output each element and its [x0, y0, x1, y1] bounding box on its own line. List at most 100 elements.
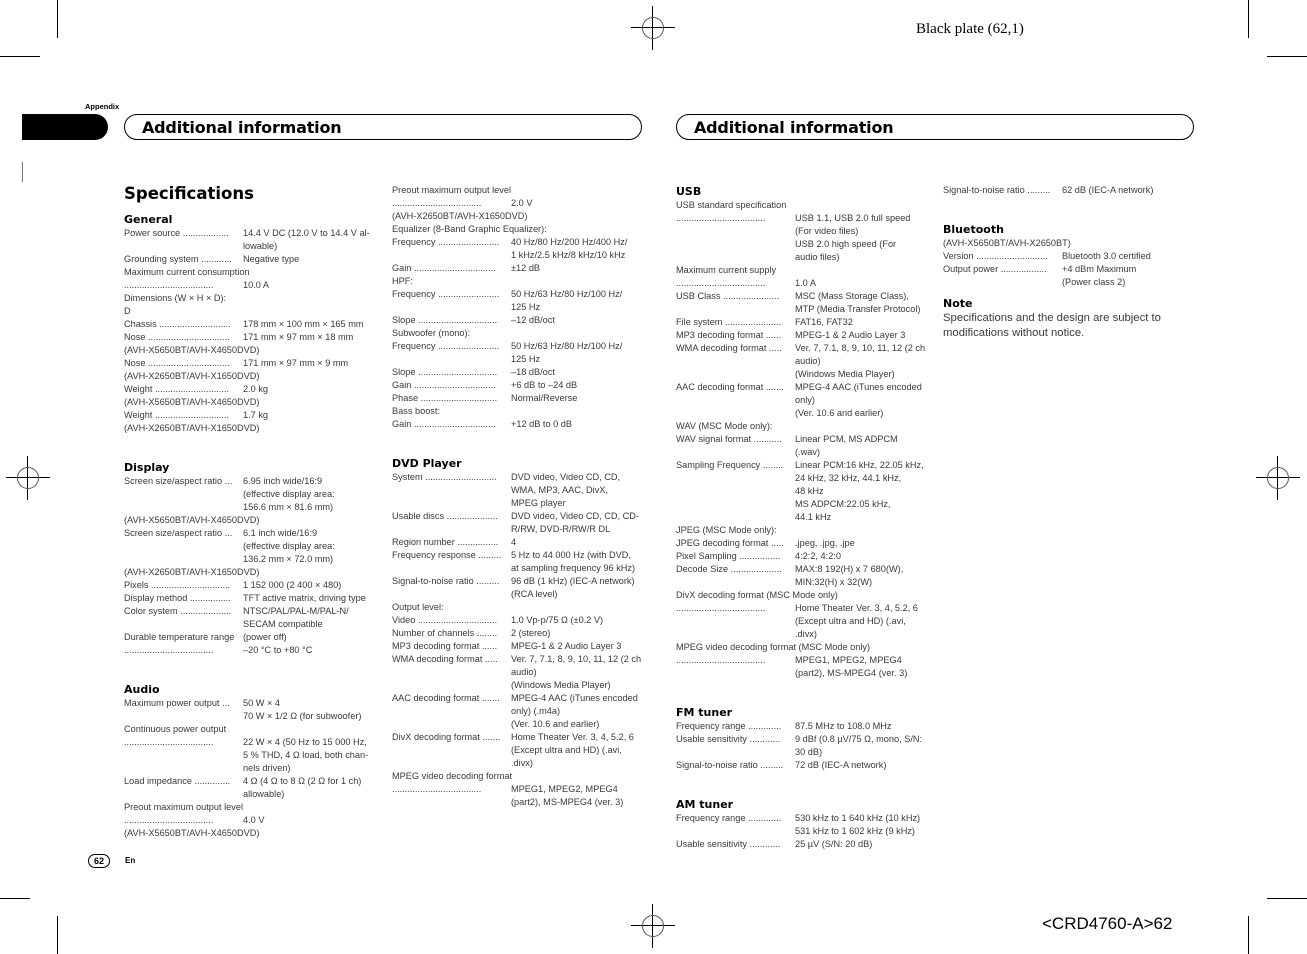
spec-label: Frequency range .............	[676, 813, 782, 823]
spec-row: JPEG decoding format ..... .jpeg, .jpg, .…	[676, 537, 932, 550]
spec-value: +6 dB to –24 dB	[511, 380, 578, 390]
spec-row: Maximum power output ... 50 W × 4 70 W × …	[124, 697, 376, 723]
spec-row: Frequency ........................ 50 Hz/…	[392, 340, 644, 366]
spec-row: Nose ................................ 171…	[124, 357, 376, 370]
spec-label: DivX decoding format .......	[392, 732, 501, 742]
spec-row: (AVH-X2650BT/AVH-X1650DVD)	[124, 422, 376, 435]
spec-label: MPEG video decoding format (MSC Mode onl…	[676, 642, 871, 652]
section-heading-usb: USB	[676, 185, 702, 198]
spec-value: Negative type	[243, 254, 300, 264]
spec-list: (AVH-X5650BT/AVH-X2650BT) Version .......…	[943, 237, 1183, 289]
spec-row: Equalizer (8-Band Graphic Equalizer):	[392, 223, 644, 236]
spec-label: Slope ...............................	[392, 367, 498, 377]
spec-row: (AVH-X5650BT/AVH-X2650BT)	[943, 237, 1183, 250]
spec-label: Gain ................................	[392, 263, 496, 273]
spec-label: WAV signal format ...........	[676, 434, 782, 444]
spec-label: Subwoofer (mono):	[392, 328, 471, 338]
spec-row: ................................... 4.0 V	[124, 814, 376, 827]
spec-row: Signal-to-noise ratio ......... 96 dB (1 …	[392, 575, 644, 601]
section-heading-bluetooth: Bluetooth	[943, 223, 1004, 236]
spec-row: Gain ................................ +6 …	[392, 379, 644, 392]
spec-list: Screen size/aspect ratio ... 6.95 inch wi…	[124, 475, 376, 657]
spec-value: 96 dB (1 kHz) (IEC-A network) (RCA level…	[511, 576, 635, 599]
spec-label: Usable sensitivity ............	[676, 839, 781, 849]
spec-row: System ............................ DVD v…	[392, 471, 644, 510]
column-2: Preout maximum output level ............…	[392, 184, 644, 809]
spec-value: Home Theater Ver. 3, 4, 5.2, 6 (Except u…	[795, 603, 918, 639]
spec-label: Frequency ........................	[392, 237, 500, 247]
spec-value: MPEG-1 & 2 Audio Layer 3	[511, 641, 622, 651]
spec-value: MPEG1, MPEG2, MPEG4 (part2), MS-MPEG4 (v…	[795, 655, 908, 678]
spec-value: 10.0 A	[243, 280, 270, 290]
spec-row: Number of channels ........ 2 (stereo)	[392, 627, 644, 640]
spec-value: FAT16, FAT32	[795, 317, 853, 327]
spec-label: Output power ..................	[943, 264, 1047, 274]
spec-row: WMA decoding format ..... Ver. 7, 7.1, 8,…	[676, 342, 932, 381]
spec-list: Frequency range ............. 530 kHz to …	[676, 812, 932, 851]
spec-label: WMA decoding format .....	[392, 654, 498, 664]
spec-value: 22 W × 4 (50 Hz to 15 000 Hz, 5 % THD, 4…	[243, 737, 369, 773]
spec-row: Frequency range ............. 530 kHz to …	[676, 812, 932, 838]
spec-value: 530 kHz to 1 640 kHz (10 kHz) 531 kHz to…	[795, 813, 921, 836]
spec-value: 4 Ω (4 Ω to 8 Ω (2 Ω for 1 ch) allowable…	[243, 776, 362, 799]
spec-row: Frequency range ............. 87.5 MHz to…	[676, 720, 932, 733]
spec-label: (AVH-X5650BT/AVH-X2650BT)	[943, 238, 1071, 248]
column-1: General Power source .................. 1…	[124, 213, 376, 840]
spec-row: USB standard specification	[676, 199, 932, 212]
page-number-badge: 62	[88, 854, 110, 868]
spec-row: Region number ................ 4	[392, 536, 644, 549]
spec-value: USB 1.1, USB 2.0 full speed (For video f…	[795, 213, 911, 262]
spec-label: Sampling Frequency ........	[676, 460, 784, 470]
section-heading-audio: Audio	[124, 683, 160, 696]
spec-row: Frequency ........................ 40 Hz/…	[392, 236, 644, 262]
spec-row: (AVH-X5650BT/AVH-X4650DVD)	[124, 344, 376, 357]
spec-label: ...................................	[676, 278, 766, 288]
spec-value: 178 mm × 100 mm × 165 mm	[243, 319, 364, 329]
spec-label: Gain ................................	[392, 419, 496, 429]
spec-label: Frequency ........................	[392, 341, 500, 351]
spec-value: MPEG1, MPEG2, MPEG4 (part2), MS-MPEG4 (v…	[511, 784, 624, 807]
spec-row: ................................... 2.0 V	[392, 197, 644, 210]
spec-row: Maximum current consumption	[124, 266, 376, 279]
spec-value: 1 152 000 (2 400 × 480)	[243, 580, 342, 590]
section-tab-label: Appendix	[85, 102, 120, 111]
spec-value: 9 dBf (0.8 µV/75 Ω, mono, S/N: 30 dB)	[795, 734, 923, 757]
spec-label: WAV (MSC Mode only):	[676, 421, 773, 431]
spec-label: Region number ................	[392, 537, 499, 547]
spec-label: Nose ................................	[124, 332, 230, 342]
spec-row: Load impedance .............. 4 Ω (4 Ω to…	[124, 775, 376, 801]
spec-label: Signal-to-noise ratio .........	[943, 185, 1051, 195]
spec-label: Phase ..............................	[392, 393, 498, 403]
spec-label: ...................................	[676, 213, 766, 223]
spec-label: Weight .............................	[124, 410, 230, 420]
spec-label: Frequency ........................	[392, 289, 500, 299]
spec-row: DivX decoding format ....... Home Theater…	[392, 731, 644, 770]
spec-label: (AVH-X5650BT/AVH-X4650DVD)	[124, 397, 260, 407]
spec-label: Maximum current supply	[676, 265, 777, 275]
spec-value: 1.7 kg	[243, 410, 269, 420]
crop-mark	[57, 0, 58, 38]
spec-row: Color system .................... NTSC/PA…	[124, 605, 376, 631]
spec-label: ...................................	[392, 784, 482, 794]
spec-row: AAC decoding format ....... MPEG-4 AAC (i…	[676, 381, 932, 420]
document-code: <CRD4760-A>62	[1042, 914, 1173, 933]
left-header-title: Additional information	[142, 117, 342, 137]
spec-row: Durable temperature range (power off)	[124, 631, 376, 644]
spec-value: MPEG-4 AAC (iTunes encoded only) (.m4a) …	[511, 693, 638, 729]
spec-value: 2.0 V	[511, 198, 533, 208]
spec-value: Ver. 7, 7.1, 8, 9, 10, 11, 12 (2 ch audi…	[511, 654, 642, 690]
spec-value: ±12 dB	[511, 263, 541, 273]
spec-label: Version ............................	[943, 251, 1048, 261]
spec-row: Gain ................................ ±12…	[392, 262, 644, 275]
spec-label: Grounding system ............	[124, 254, 232, 264]
spec-value: 72 dB (IEC-A network)	[795, 760, 887, 770]
registration-mark-icon	[631, 904, 675, 948]
spec-row: Pixel Sampling ................ 4:2:2, 4:…	[676, 550, 932, 563]
spec-value: TFT active matrix, driving type	[243, 593, 366, 603]
spec-row: Frequency ........................ 50 Hz/…	[392, 288, 644, 314]
spec-row: Subwoofer (mono):	[392, 327, 644, 340]
spec-value: 1.0 Vp-p/75 Ω (±0.2 V)	[511, 615, 604, 625]
spec-label: System ............................	[392, 472, 497, 482]
spec-value: 50 Hz/63 Hz/80 Hz/100 Hz/ 125 Hz	[511, 289, 623, 312]
spec-value: 6.1 inch wide/16:9 (effective display ar…	[243, 528, 335, 564]
